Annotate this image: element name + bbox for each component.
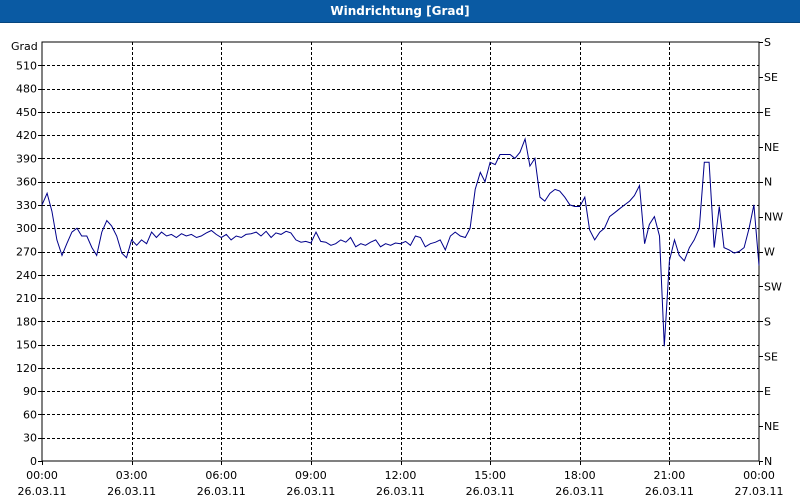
y-tick-label: 240	[16, 269, 37, 282]
y-tick-label: 480	[16, 83, 37, 96]
x-tick-date: 26.03.11	[197, 485, 246, 498]
right-tick-label: W	[764, 246, 775, 259]
x-tick-date: 26.03.11	[18, 485, 67, 498]
x-tick-date: 26.03.11	[107, 485, 156, 498]
x-tick-time: 09:00	[295, 469, 327, 482]
y-tick-label: 60	[23, 408, 37, 421]
x-tick-labels: 00:00 26.03.11 03:00 26.03.11 06:00 26.03.11 0…	[18, 469, 784, 498]
x-tick-time: 03:00	[116, 469, 148, 482]
right-tick-label: NE	[764, 420, 779, 433]
plot-frame	[41, 41, 760, 462]
y-tick-label: 300	[16, 222, 37, 235]
x-tick-date: 26.03.11	[286, 485, 335, 498]
y-tick-label: 120	[16, 362, 37, 375]
right-tick-label: SW	[764, 280, 782, 293]
right-tick-label: E	[764, 106, 771, 119]
wind-direction-chart: Grad 0 30 60 90 120 150 180 210 240 270 300 330 360 3…	[11, 36, 784, 498]
y-tick-label: 150	[16, 339, 37, 352]
right-tick-label: NW	[764, 211, 783, 224]
x-tick-time: 15:00	[474, 469, 506, 482]
x-tick-time: 00:00	[26, 469, 58, 482]
y-tick-label: 510	[16, 59, 37, 72]
y-tick-label: 330	[16, 199, 37, 212]
y-tick-label: 90	[23, 385, 37, 398]
right-tick-label: N	[764, 176, 772, 189]
right-tick-label: S	[764, 36, 771, 49]
y-tick-labels: 0 30 60 90 120 150 180 210 240 270 300 330 360 390 420…	[16, 59, 37, 468]
y-tick-label: 0	[30, 455, 37, 468]
y-tick-label: 420	[16, 129, 37, 142]
x-tick-time: 21:00	[654, 469, 686, 482]
x-tick-date: 26.03.11	[466, 485, 515, 498]
series-line	[41, 137, 760, 347]
right-tick-label: N	[764, 455, 772, 468]
right-tick-label: S	[764, 315, 771, 328]
right-tick-label: SE	[764, 350, 778, 363]
right-tick-label: E	[764, 385, 771, 398]
right-tick-label: NE	[764, 141, 779, 154]
y-tick-label: 390	[16, 152, 37, 165]
x-tick-time: 06:00	[205, 469, 237, 482]
x-tick-time: 00:00	[743, 469, 775, 482]
y-tick-label: 270	[16, 246, 37, 259]
y-axis-label: Grad	[11, 40, 38, 53]
y-tick-label: 210	[16, 292, 37, 305]
x-tick-time: 18:00	[564, 469, 596, 482]
right-tick-labels: N NE E SE S SW W NW N NE E SE S	[764, 36, 783, 468]
y-tick-label: 30	[23, 432, 37, 445]
grid-lines	[38, 42, 763, 465]
right-tick-label: SE	[764, 71, 778, 84]
x-tick-date: 27.03.11	[735, 485, 784, 498]
x-tick-time: 12:00	[385, 469, 417, 482]
y-tick-label: 450	[16, 106, 37, 119]
chart-window: Windrichtung [Grad] Grad 0 30 60 90 120 150 18…	[0, 0, 800, 500]
y-tick-label: 180	[16, 315, 37, 328]
x-tick-date: 26.03.11	[645, 485, 694, 498]
y-tick-label: 360	[16, 176, 37, 189]
x-tick-date: 26.03.11	[555, 485, 604, 498]
x-tick-date: 26.03.11	[376, 485, 425, 498]
